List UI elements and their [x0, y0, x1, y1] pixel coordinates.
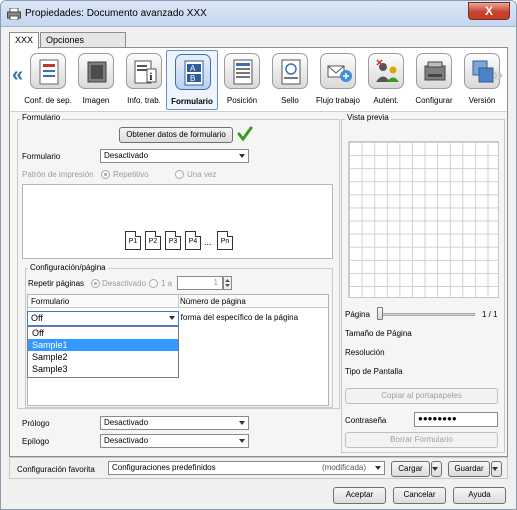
form-label: Formulario: [22, 152, 61, 161]
authentication-icon: [368, 53, 404, 89]
chevron-down-icon: [239, 154, 245, 158]
modified-indicator: (modificada): [321, 463, 366, 472]
column-divider: [178, 295, 179, 308]
page-slider-thumb[interactable]: [377, 307, 383, 320]
preview-title: Vista previa: [345, 113, 391, 122]
repeat-count-spinner[interactable]: [223, 276, 232, 290]
configure-icon: [416, 53, 452, 89]
form-icon: AB: [175, 54, 211, 90]
printer-icon: [7, 8, 21, 20]
cancel-button[interactable]: Cancelar: [393, 487, 446, 504]
page-sequence: P1 P2 P3 P4 ... Pn: [125, 231, 245, 251]
page-size-label: Tamaño de Página: [345, 329, 412, 338]
prologue-value: Desactivado: [104, 418, 149, 427]
form-assign-options: Off Sample1 Sample2 Sample3: [27, 326, 179, 378]
column-header-form: Formulario: [31, 297, 70, 306]
screen-type-label: Tipo de Pantalla: [345, 367, 403, 376]
print-pattern-label: Patrón de impresión: [22, 170, 94, 179]
option-sample3[interactable]: Sample3: [28, 363, 178, 375]
svg-text:A: A: [190, 64, 196, 73]
separator-settings-icon: [30, 53, 66, 89]
page-thumb: P2: [145, 231, 161, 250]
once-label: Una vez: [187, 170, 217, 179]
prologue-select[interactable]: Desactivado: [100, 416, 249, 430]
save-button[interactable]: Guardar: [448, 461, 490, 477]
chevron-down-icon: [239, 439, 245, 443]
position-icon: [224, 53, 260, 89]
epilogue-select[interactable]: Desactivado: [100, 434, 249, 448]
page-number-cell: a forma del específico de la página: [174, 313, 299, 322]
chevron-down-icon: [239, 421, 245, 425]
form-assign-value: Off: [31, 313, 43, 323]
stamp-icon: [272, 53, 308, 89]
help-button[interactable]: Ayuda: [453, 487, 506, 504]
properties-dialog: Propiedades: Documento avanzado XXX X XX…: [0, 0, 517, 510]
svg-text:B: B: [190, 74, 195, 83]
repeat-count-input[interactable]: 1: [177, 276, 223, 290]
repeat-range-label: 1 a: [161, 279, 173, 288]
repeat-deactivated-radio[interactable]: [91, 279, 100, 288]
close-button[interactable]: X: [468, 2, 510, 20]
repetitive-label: Repetitivo: [113, 170, 149, 179]
epilogue-value: Desactivado: [104, 436, 149, 445]
load-menu-button[interactable]: [431, 461, 442, 477]
repeat-pages-label: Repetir páginas: [28, 279, 85, 288]
favorite-setting-label: Configuración favorita: [17, 465, 95, 474]
copy-clipboard-button[interactable]: Copiar al portapapeles: [345, 388, 498, 404]
page-thumb: P1: [125, 231, 141, 250]
chevron-down-icon: [375, 466, 381, 470]
repeat-deactivated-label: Desactivado: [102, 279, 147, 288]
page-thumb: P3: [165, 231, 181, 250]
page-pattern-preview: P1 P2 P3 P4 ... Pn: [22, 184, 333, 259]
function-toolbar: « Conf. de sep. Imagen i Info. trab. A B…: [10, 48, 507, 112]
option-sample1[interactable]: Sample1: [28, 339, 178, 351]
clear-form-button[interactable]: Borrar Formulario: [345, 432, 498, 448]
form-group-title: Formulario: [20, 113, 63, 122]
page-thumb: Pn: [217, 231, 233, 250]
save-menu-button[interactable]: [491, 461, 502, 477]
scroll-right-icon[interactable]: »: [492, 64, 503, 87]
form-select[interactable]: Desactivado: [100, 149, 249, 163]
option-off[interactable]: Off: [28, 327, 178, 339]
password-input[interactable]: ●●●●●●●●: [414, 412, 498, 427]
svg-text:i: i: [150, 72, 153, 83]
spinner-arrows-icon: [225, 279, 230, 287]
page-thumb: P4: [185, 231, 201, 250]
window-title: Propiedades: Documento avanzado XXX: [25, 8, 207, 19]
password-label: Contraseña: [345, 416, 387, 425]
form-assign-dropdown[interactable]: Off: [27, 311, 179, 326]
page-count: 1 / 1: [482, 310, 498, 319]
workflow-icon: [320, 53, 356, 89]
get-form-data-button[interactable]: Obtener datos de formulario: [119, 127, 233, 143]
tab-advanced-options[interactable]: Opciones avanzadas: [40, 32, 126, 59]
image-icon: [78, 53, 114, 89]
toolbar-label: Versión: [468, 96, 496, 105]
tab-xxx[interactable]: XXX: [9, 32, 39, 49]
repetitive-radio[interactable]: [101, 170, 110, 179]
repeat-range-radio[interactable]: [149, 279, 158, 288]
checkmark-icon: [237, 126, 253, 142]
resolution-label: Resolución: [345, 348, 385, 357]
preview-canvas: [348, 141, 499, 298]
form-select-value: Desactivado: [104, 151, 149, 160]
prologue-label: Prólogo: [22, 419, 50, 428]
table-header: Formulario Número de página: [28, 295, 328, 308]
config-page-group-title: Configuración/página: [28, 263, 108, 272]
option-sample2[interactable]: Sample2: [28, 351, 178, 363]
page-label: Página: [345, 310, 370, 319]
ok-button[interactable]: Aceptar: [333, 487, 386, 504]
ellipsis: ...: [204, 237, 212, 247]
column-header-page: Número de página: [180, 297, 246, 306]
favorite-setting-select[interactable]: Configuraciones predefinidos (modificada…: [108, 461, 385, 475]
job-info-icon: i: [126, 53, 162, 89]
title-bar: Propiedades: Documento avanzado XXX X: [1, 1, 516, 27]
once-radio[interactable]: [175, 170, 184, 179]
page-slider-track: [378, 313, 475, 316]
favorite-setting-value: Configuraciones predefinidos: [112, 463, 216, 472]
epilogue-label: Epílogo: [22, 437, 50, 446]
load-button[interactable]: Cargar: [391, 461, 430, 477]
chevron-down-icon: [169, 316, 175, 320]
